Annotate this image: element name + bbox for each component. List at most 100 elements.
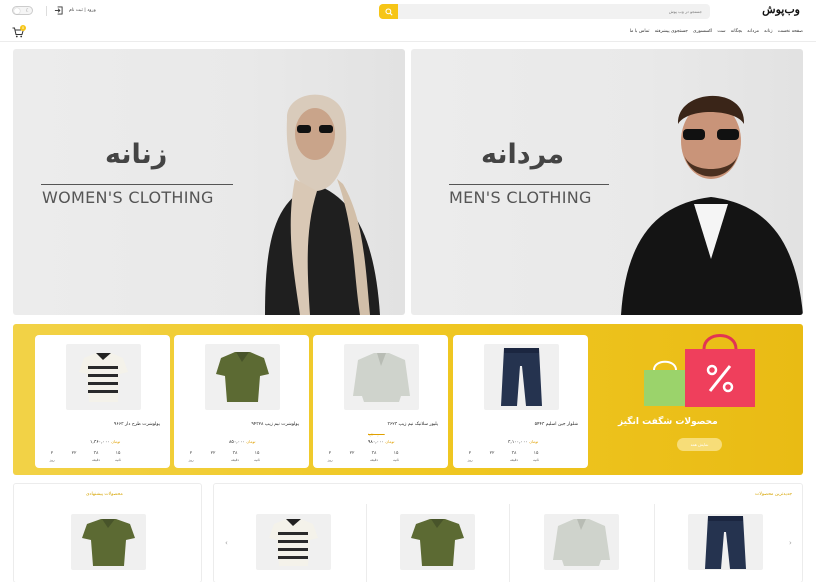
timer-days: ۲ xyxy=(468,451,472,456)
countdown-timer: ۲ روز ۲۲ ۳۸ دقیقه ۱۵ ثانیه xyxy=(325,451,401,462)
timer-label: ثانیه xyxy=(393,458,399,462)
product-image xyxy=(344,344,419,410)
header-divider xyxy=(0,41,816,42)
timer-seconds: ۱۵ xyxy=(533,451,539,456)
timer-label: روز xyxy=(188,458,194,462)
cart-count-badge: 0 xyxy=(20,25,26,31)
product-image xyxy=(205,344,280,410)
search-icon xyxy=(384,7,393,16)
timer-minutes: ۳۸ xyxy=(511,451,517,456)
men-banner-subtitle: MEN'S CLOTHING xyxy=(449,188,592,207)
amazing-product-card[interactable]: پلیور سلانیک نیم زیپ ۳۶۲۳ ۱,۲۰۰,۰۰۰ ۹۸۰,… xyxy=(313,335,448,468)
nav-item-home[interactable]: صفحه نخست xyxy=(778,29,803,34)
toggle-knob xyxy=(14,8,20,14)
timer-days: ۲ xyxy=(189,451,193,456)
product-price: ۸۵۰,۰۰۰ تومان xyxy=(229,439,255,445)
nav-item-kids[interactable]: بچگانه xyxy=(731,29,743,34)
timer-hours: ۲۲ xyxy=(71,451,77,456)
card-divider xyxy=(366,504,367,582)
timer-minutes: ۳۸ xyxy=(93,451,99,456)
price-value: ۳,۱۰۰,۰۰۰ xyxy=(508,440,528,445)
search-bar xyxy=(379,4,710,19)
timer-seconds: ۱۵ xyxy=(393,451,399,456)
search-button[interactable] xyxy=(379,4,398,19)
timer-label: دقیقه xyxy=(92,458,100,462)
currency: تومان xyxy=(111,439,121,444)
product-image[interactable] xyxy=(71,514,146,570)
timer-label: روز xyxy=(467,458,473,462)
nav-item-set[interactable]: ست xyxy=(717,29,725,34)
nav-item-accessory[interactable]: اکسسوری xyxy=(693,29,712,34)
product-old-price: ۱,۲۰۰,۰۰۰ xyxy=(368,432,385,437)
product-name: پولوشرت نیم زیپ ۹۴۳۲۸ xyxy=(251,422,299,427)
price-value: ۸۵۰,۰۰۰ xyxy=(229,440,245,445)
timer-seconds: ۱۵ xyxy=(115,451,121,456)
women-banner[interactable]: زنانه WOMEN'S CLOTHING xyxy=(13,49,405,315)
timer-hours: ۲۲ xyxy=(489,451,495,456)
timer-label: ثانیه xyxy=(533,458,539,462)
countdown-timer: ۲ روز ۲۲ ۳۸ دقیقه ۱۵ ثانیه xyxy=(47,451,123,462)
currency: تومان xyxy=(529,439,539,444)
timer-days: ۲ xyxy=(328,451,332,456)
search-input[interactable] xyxy=(398,4,710,19)
banner-underline xyxy=(41,184,233,185)
timer-hours: ۲۲ xyxy=(349,451,355,456)
timer-seconds: ۱۵ xyxy=(254,451,260,456)
moon-icon: ☾ xyxy=(25,8,30,14)
amazing-product-card[interactable]: پولوشرت نیم زیپ ۹۴۳۲۸ ۸۵۰,۰۰۰ تومان ۲ روز… xyxy=(174,335,309,468)
product-price: ۹۸۰,۰۰۰ تومان xyxy=(368,439,394,445)
timer-hours: ۲۲ xyxy=(210,451,216,456)
login-icon[interactable] xyxy=(54,6,63,15)
product-name: شلوار جین اسلیم ۵۴۴۳ xyxy=(534,422,578,427)
view-all-button[interactable]: نمایش همه xyxy=(677,438,722,451)
price-value: ۱,۳۶۰,۰۰۰ xyxy=(90,440,110,445)
login-register-link[interactable]: ورود | ثبت نام xyxy=(69,8,96,13)
product-image xyxy=(66,344,141,410)
currency: تومان xyxy=(385,439,395,444)
divider xyxy=(46,6,47,16)
product-name: پلیور سلانیک نیم زیپ ۳۶۲۳ xyxy=(387,422,438,427)
men-banner[interactable]: مردانه MEN'S CLOTHING xyxy=(411,49,803,315)
currency: تومان xyxy=(246,439,256,444)
amazing-product-card[interactable]: شلوار جین اسلیم ۵۴۴۳ ۳,۱۰۰,۰۰۰ تومان ۲ رو… xyxy=(453,335,588,468)
product-image xyxy=(484,344,559,410)
nav-item-women[interactable]: زنانه xyxy=(764,29,772,34)
men-banner-title: مردانه xyxy=(481,139,565,170)
product-image[interactable] xyxy=(400,514,475,570)
product-price: ۳,۱۰۰,۰۰۰ تومان xyxy=(508,439,538,445)
nav-item-advanced-search[interactable]: جستجوی پیشرفته xyxy=(655,29,688,34)
timer-label: روز xyxy=(49,458,55,462)
carousel-next-icon[interactable]: › xyxy=(789,539,792,547)
timer-label: روز xyxy=(327,458,333,462)
card-divider xyxy=(509,504,510,582)
woman-model-image xyxy=(265,94,380,315)
price-value: ۹۸۰,۰۰۰ xyxy=(368,440,384,445)
suggested-products-box: محصولات پیشنهادی xyxy=(13,483,202,582)
amazing-product-card[interactable]: پولوشرت طرح دار ۹۶۶۳ ۱,۳۶۰,۰۰۰ تومان ۲ رو… xyxy=(35,335,170,468)
banner-underline xyxy=(449,184,609,185)
timer-minutes: ۳۸ xyxy=(232,451,238,456)
women-banner-subtitle: WOMEN'S CLOTHING xyxy=(42,188,214,207)
newest-products-title: جدیدترین محصولات xyxy=(755,492,792,497)
site-logo[interactable]: وب‌پوش xyxy=(762,3,800,16)
product-image[interactable] xyxy=(544,514,619,570)
product-price: ۱,۳۶۰,۰۰۰ تومان xyxy=(90,439,120,445)
suggested-products-title: محصولات پیشنهادی xyxy=(86,492,123,497)
timer-label: دقیقه xyxy=(510,458,518,462)
timer-label: دقیقه xyxy=(370,458,378,462)
nav-item-men[interactable]: مردانه xyxy=(747,29,759,34)
newest-products-box: جدیدترین محصولات ‹ › xyxy=(213,483,803,582)
countdown-timer: ۲ روز ۲۲ ۳۸ دقیقه ۱۵ ثانیه xyxy=(465,451,541,462)
dark-mode-toggle[interactable]: ☾ xyxy=(12,6,33,15)
nav-item-contact[interactable]: تماس با ما xyxy=(630,29,650,34)
amazing-section-title: محصولات شگفت انگیز xyxy=(618,417,718,427)
product-image[interactable] xyxy=(256,514,331,570)
top-header: وب‌پوش ☾ ورود | ثبت نام xyxy=(0,0,816,22)
carousel-prev-icon[interactable]: ‹ xyxy=(225,539,228,547)
card-divider xyxy=(654,504,655,582)
product-name: پولوشرت طرح دار ۹۶۶۳ xyxy=(113,422,160,427)
product-image[interactable] xyxy=(688,514,763,570)
main-nav: صفحه نخست زنانه مردانه بچگانه ست اکسسوری… xyxy=(630,29,803,34)
timer-label: ثانیه xyxy=(254,458,260,462)
man-model-image xyxy=(621,95,803,315)
